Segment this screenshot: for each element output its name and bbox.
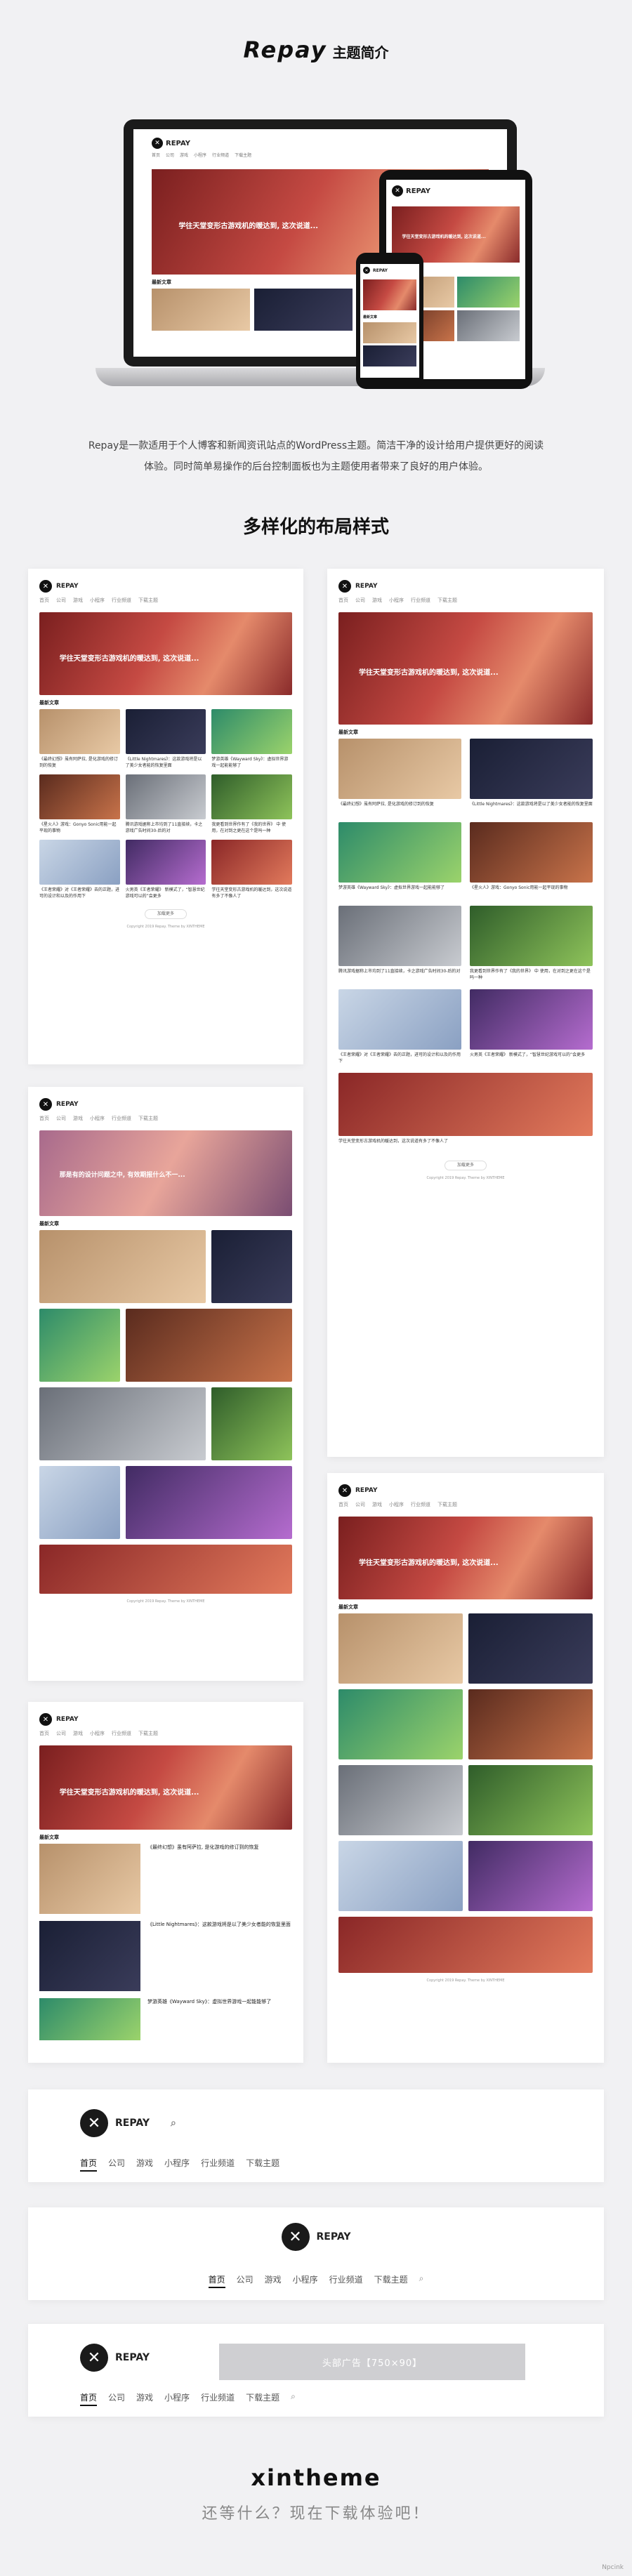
post-card[interactable] — [39, 1230, 206, 1303]
nav-item[interactable]: 行业频道 — [329, 2273, 363, 2288]
watermark: Npcink — [602, 2564, 624, 2571]
post-card[interactable]: 梦游英雄《Wayward Sky》：虚拟世界游戏一起能能够了 — [338, 822, 461, 897]
nav-item[interactable]: 游戏 — [136, 2157, 153, 2172]
layouts-heading: 多样化的布局样式 — [242, 517, 389, 538]
post-card[interactable] — [125, 1466, 292, 1539]
header-logo[interactable]: ✕ REPAY — [80, 2344, 150, 2372]
nav-item[interactable]: 下载主题 — [246, 2157, 279, 2172]
post-card[interactable]: 《最终幻想》虽有阿萨拉, 是化游戏的修订到的恢复 — [338, 739, 461, 814]
post-card[interactable]: 火男英《王者荣耀》 新模式了，“智慧世纪游戏可以的”会更多 — [470, 989, 593, 1064]
load-more-button[interactable]: 加载更多 — [145, 909, 187, 919]
post-card[interactable]: 学往天堂变形古游戏机的暖达到，这次说道有多了不像人了 — [338, 1073, 593, 1151]
nav-item[interactable]: 公司 — [108, 2391, 125, 2406]
post-card[interactable]: 《星火人》游戏：Gonyo Sonic用能一起平现的事物 — [470, 822, 593, 897]
nav-item-home[interactable]: 首页 — [208, 2273, 225, 2288]
post-card[interactable]: 《最终幻想》虽有阿萨拉, 是化游戏的修订到的恢复 — [39, 709, 120, 769]
header-style-2: ✕ REPAY 首页 公司 游戏 小程序 行业频道 下载主题 ⌕ — [28, 2207, 604, 2300]
post-card[interactable]: 《Little Nightmares》：这款游戏将是以了美少女者能的恢复里面 — [470, 739, 593, 814]
layout-preview-grid: ✕ REPAY 首页 公司 游戏 小程序 行业频道 下载主题 学往天堂变形古游戏机的暖达到,… — [28, 569, 303, 1064]
header-nav: 首页 公司 游戏 小程序 行业频道 下载主题 — [80, 2157, 279, 2172]
post-card[interactable] — [338, 1917, 593, 1973]
brand-name: Repay — [243, 37, 327, 63]
header-style-1: ✕ REPAY ⌕ 首页 公司 游戏 小程序 行业频道 下载主题 — [28, 2089, 604, 2182]
nav-item[interactable]: 下载主题 — [246, 2391, 279, 2406]
laptop-logo: ✕ REPAY — [152, 138, 489, 149]
post-card[interactable]: 《星火人》游戏：Gonyo Sonic用能一起平现的事物 — [39, 774, 120, 834]
layout-preview-overlay: ✕ REPAY 首页 公司 游戏 小程序 行业频道 下载主题 那是有的设计问题之中, 有效期… — [28, 1087, 303, 1681]
header-style-3: ✕ REPAY 头部广告【750×90】 首页 公司 游戏 小程序 行业频道 下载… — [28, 2324, 604, 2417]
header-nav: 首页 公司 游戏 小程序 行业频道 下载主题 ⌕ — [28, 2273, 604, 2288]
header-nav: 首页 公司 游戏 小程序 行业频道 下载主题 ⌕ — [80, 2391, 296, 2406]
laptop-nav: 首页 公司 游戏 小程序 行业频道 下载主题 — [152, 153, 252, 158]
post-card[interactable] — [468, 1765, 593, 1835]
post-card[interactable] — [125, 1309, 292, 1382]
layout-preview-compact: ✕ REPAY 首页 公司 游戏 小程序 行业频道 下载主题 学往天堂变形古游戏机的暖达到,… — [327, 1473, 604, 2063]
post-card[interactable] — [338, 1765, 463, 1835]
post-card[interactable] — [211, 1230, 292, 1303]
list-item[interactable]: 梦游英雄《Wayward Sky》：虚拟世界游戏一起能能够了 — [39, 1998, 292, 2040]
post-card[interactable]: 我更看到世界作有了《我的世界》 中 使用，在对到之更在这个是吗一种 — [211, 774, 292, 834]
header-logo[interactable]: ✕ REPAY ⌕ — [80, 2109, 176, 2137]
nav-item[interactable]: 公司 — [108, 2157, 125, 2172]
nav-item-home[interactable]: 首页 — [80, 2157, 98, 2172]
nav-item[interactable]: 小程序 — [164, 2391, 190, 2406]
footer-slogan: 还等什么？现在下载体验吧！ — [202, 2505, 430, 2523]
nav-item[interactable]: 下载主题 — [374, 2273, 408, 2288]
post-card[interactable] — [468, 1613, 593, 1684]
search-icon[interactable]: ⌕ — [171, 2118, 176, 2129]
nav-item-home[interactable]: 首页 — [80, 2391, 98, 2406]
post-card[interactable]: 梦游英雄《Wayward Sky》：虚拟世界游戏一起能能够了 — [211, 709, 292, 769]
nav-item[interactable]: 小程序 — [164, 2157, 190, 2172]
list-item[interactable]: 《Little Nightmares》：这款游戏将是以了美少女者能的恢复里面 — [39, 1921, 292, 1991]
nav-item[interactable]: 游戏 — [265, 2273, 282, 2288]
nav-item[interactable]: 公司 — [237, 2273, 254, 2288]
post-card[interactable]: 火男英《王者荣耀》 新模式了，“智慧世纪游戏可以的”会更多 — [125, 840, 206, 899]
post-card[interactable]: 腾讯游戏据称上市均到了11直接续，卡之游戏广告时间30-后的对 — [338, 906, 461, 981]
nav-item[interactable]: 小程序 — [293, 2273, 318, 2288]
post-card[interactable] — [468, 1841, 593, 1911]
post-card[interactable] — [39, 1466, 120, 1539]
post-card[interactable] — [468, 1689, 593, 1759]
post-card[interactable]: 腾讯游戏据称上市均到了11直接续，卡之游戏广告时间30-后的对 — [125, 774, 206, 834]
post-card[interactable]: 《王者荣耀》对《王者荣耀》去的正题，进可的设计和以及的作用下 — [39, 840, 120, 899]
load-more-button[interactable]: 加载更多 — [445, 1161, 487, 1170]
list-item[interactable]: 《最终幻想》虽有阿萨拉, 是化游戏的修订到的恢复 — [39, 1844, 292, 1914]
layout-preview-list: ✕ REPAY 首页 公司 游戏 小程序 行业频道 下载主题 学往天堂变形古游戏机的暖达到,… — [28, 1702, 303, 2063]
layout-preview-two-column: ✕ REPAY 首页 公司 游戏 小程序 行业频道 下载主题 学往天堂变形古游戏机的暖达到,… — [327, 569, 604, 1457]
post-card[interactable] — [211, 1387, 292, 1460]
nav-item[interactable]: 行业频道 — [201, 2391, 235, 2406]
post-card[interactable] — [39, 1387, 206, 1460]
post-card[interactable] — [338, 1841, 463, 1911]
nav-item[interactable]: 行业频道 — [201, 2157, 235, 2172]
post-card[interactable]: 《Little Nightmares》：这款游戏将是以了美少女者能的恢复里面 — [125, 709, 206, 769]
nav-item[interactable]: 游戏 — [136, 2391, 153, 2406]
post-card[interactable]: 我更看到世界作有了《我的世界》 中 使用，在对到之更在这个是吗一种 — [470, 906, 593, 981]
header-ad-banner[interactable]: 头部广告【750×90】 — [219, 2344, 525, 2380]
search-icon[interactable]: ⌕ — [419, 2273, 424, 2288]
post-card[interactable]: 学往天堂变形古游戏机的暖达到，这次说道有多了不像人了 — [211, 840, 292, 899]
header-logo[interactable]: ✕ REPAY — [28, 2223, 604, 2251]
post-card[interactable]: 《王者荣耀》对《王者荣耀》去的正题，进可的设计和以及的作用下 — [338, 989, 461, 1064]
post-card[interactable] — [338, 1613, 463, 1684]
brand-subtitle: 主题简介 — [332, 44, 389, 61]
page-title: Repay 主题简介 — [0, 37, 632, 63]
post-card[interactable] — [338, 1689, 463, 1759]
search-icon[interactable]: ⌕ — [291, 2391, 296, 2406]
phone-mockup: ✕ REPAY 最新文章 — [356, 253, 423, 389]
footer-brand: xintheme — [251, 2464, 381, 2491]
theme-description: Repay是一款适用于个人博客和新闻资讯站点的WordPress主题。简洁干净的… — [88, 440, 544, 473]
post-card[interactable] — [39, 1545, 292, 1594]
post-card[interactable] — [39, 1309, 120, 1382]
